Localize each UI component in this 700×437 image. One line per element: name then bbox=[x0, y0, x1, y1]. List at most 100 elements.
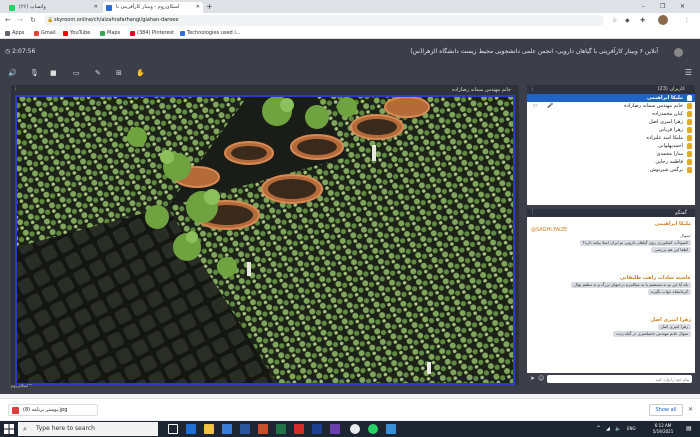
bookmark-star-icon[interactable]: ☆ bbox=[612, 16, 617, 25]
chat-panel: گفتگو ⋮ ملیکا ابراهیمی @SAGHI.FAIZE سوال… bbox=[527, 209, 695, 385]
close-window-button[interactable]: ✕ bbox=[680, 1, 685, 12]
gmail-icon bbox=[34, 31, 39, 36]
edge-icon[interactable] bbox=[186, 424, 196, 434]
users-header: کاربران (23) bbox=[527, 85, 695, 94]
user-row[interactable]: سارا محمدی bbox=[527, 150, 695, 158]
volume-icon[interactable]: 🔈 bbox=[615, 423, 621, 435]
close-icon[interactable]: ✕ bbox=[196, 2, 200, 13]
user-row[interactable]: ملیکا ابراهیمی bbox=[527, 94, 695, 102]
close-icon[interactable]: ✕ bbox=[94, 2, 98, 13]
users-options-icon[interactable]: ⋮ bbox=[530, 86, 535, 92]
url-bar[interactable]: 🔒 skyroom.online/ch/alzahrafarhangi/giah… bbox=[44, 15, 604, 26]
lock-icon: 🔒 bbox=[47, 17, 54, 23]
close-icon[interactable]: ✕ bbox=[688, 404, 693, 416]
user-row[interactable]: زهرا امیری اصل bbox=[527, 118, 695, 126]
bookmark-youtube[interactable]: YouTube bbox=[63, 29, 90, 38]
user-name: خانم مهندس سمانه رضازاده bbox=[624, 103, 683, 109]
app-icon[interactable] bbox=[330, 424, 340, 434]
user-row[interactable]: ▭ 🎤 خانم مهندس سمانه رضازاده bbox=[527, 102, 695, 110]
user-icon bbox=[687, 135, 692, 141]
user-row[interactable]: کیان محمدزاده bbox=[527, 110, 695, 118]
pinterest-icon bbox=[130, 31, 135, 36]
message-bubble: لطفا این هم بررسی bbox=[651, 247, 691, 253]
back-icon[interactable]: ← bbox=[5, 16, 11, 25]
tab-label: اسکای‌روم - وبینار کارآفرینی با bbox=[116, 4, 180, 10]
user-row[interactable]: زهرا قربانی bbox=[527, 126, 695, 134]
send-icon[interactable]: ➤ bbox=[530, 375, 535, 383]
user-row[interactable]: ملیکا اسد علیزاده bbox=[527, 134, 695, 142]
emoji-icon[interactable]: ☺ bbox=[538, 375, 544, 383]
whatsapp-icon bbox=[9, 5, 15, 11]
stage-options-icon[interactable]: ⋮ bbox=[13, 86, 18, 92]
whatsapp-taskbar-icon[interactable] bbox=[368, 424, 378, 434]
chat-options-icon[interactable]: ⋮ bbox=[530, 209, 535, 215]
puzzle-icon[interactable]: ✚ bbox=[640, 16, 645, 25]
user-name: ملیکا ابراهیمی bbox=[646, 95, 683, 101]
photoshop-icon[interactable] bbox=[312, 424, 322, 434]
language-indicator[interactable]: ENG bbox=[627, 423, 636, 435]
clock[interactable]: 6:12 AM 5/19/2021 bbox=[645, 423, 681, 435]
download-bar: پوستر برنامه (8).jpg Show all ✕ bbox=[0, 398, 700, 420]
chrome-icon[interactable] bbox=[350, 424, 360, 434]
app-header: ◷ 2:07:56 آنلاین ۶ وبینار کارآفرینی با گ… bbox=[0, 39, 700, 65]
extension-icon[interactable]: ◆ bbox=[625, 16, 630, 25]
show-all-button[interactable]: Show all bbox=[649, 404, 683, 416]
profile-avatar[interactable] bbox=[658, 15, 668, 25]
word-icon[interactable] bbox=[240, 424, 250, 434]
user-row[interactable]: نرگس شیرنوش bbox=[527, 166, 695, 174]
chat-input-bar: ➤ ☺ bbox=[527, 373, 695, 385]
windows-start-icon[interactable] bbox=[4, 424, 14, 434]
forward-icon[interactable]: → bbox=[17, 16, 23, 25]
tab-whatsapp[interactable]: (۲۶) واتساپ ✕ bbox=[6, 2, 101, 13]
user-avatar[interactable] bbox=[674, 48, 683, 57]
user-row[interactable]: احمدپهلوانی bbox=[527, 142, 695, 150]
minimize-button[interactable]: – bbox=[642, 1, 645, 12]
camera-icon[interactable]: ■ bbox=[50, 68, 57, 78]
notifications-icon[interactable]: ▤ bbox=[686, 423, 692, 435]
task-view-icon[interactable] bbox=[168, 424, 178, 434]
taskbar-search[interactable]: ⌕ Type here to search bbox=[18, 422, 158, 436]
bookmark-gmail[interactable]: Gmail bbox=[34, 29, 56, 38]
mic-icon: 🎤 bbox=[547, 103, 554, 109]
speaker-icon[interactable]: 🔊 bbox=[8, 68, 17, 78]
user-name: کیان محمدزاده bbox=[652, 111, 683, 117]
more-menu-icon[interactable]: ⋮ bbox=[684, 16, 690, 25]
reload-icon[interactable]: ↻ bbox=[30, 16, 36, 25]
new-tab-button[interactable]: + bbox=[206, 2, 213, 12]
maps-icon bbox=[100, 31, 105, 36]
powerpoint-icon[interactable] bbox=[258, 424, 268, 434]
mic-muted-icon[interactable]: 🎙 bbox=[30, 68, 39, 78]
download-item[interactable]: پوستر برنامه (8).jpg bbox=[8, 404, 98, 416]
bookmark-pinterest[interactable]: (384) Pinterest bbox=[130, 29, 174, 38]
tab-label: (۲۶) واتساپ bbox=[19, 4, 46, 10]
raise-hand-icon[interactable]: ✋ bbox=[136, 68, 145, 78]
screen-share-icon[interactable]: ▭ bbox=[73, 68, 80, 78]
acrobat-icon[interactable] bbox=[294, 424, 304, 434]
add-content-icon[interactable]: ⊞ bbox=[116, 68, 122, 78]
url-text: skyroom.online/ch/alzahrafarhangi/giahan… bbox=[54, 17, 179, 23]
room-title: آنلاین ۶ وبینار کارآفرینی با گیاهان دارو… bbox=[410, 48, 658, 55]
user-name: احمدپهلوانی bbox=[658, 143, 683, 149]
chat-input[interactable] bbox=[547, 375, 692, 383]
store-icon[interactable] bbox=[222, 424, 232, 434]
bookmark-maps[interactable]: Maps bbox=[100, 29, 120, 38]
user-name: فاطمه رجایی bbox=[655, 159, 683, 165]
clock-date: 5/19/2021 bbox=[652, 429, 674, 434]
photos-icon[interactable] bbox=[386, 424, 396, 434]
whiteboard-pen-icon[interactable]: ✎ bbox=[95, 68, 101, 78]
message-bubble: سوال خانم مهندس حاصلخیزی در گیاه زنده bbox=[613, 331, 691, 337]
maximize-button[interactable]: ❐ bbox=[660, 1, 665, 12]
tab-skyroom[interactable]: اسکای‌روم - وبینار کارآفرینی با ✕ bbox=[103, 2, 203, 13]
chat-header: گفتگو bbox=[675, 210, 687, 216]
hamburger-menu-icon[interactable]: ☰ bbox=[685, 68, 692, 78]
network-icon[interactable]: ◢ bbox=[606, 423, 610, 435]
bookmark-apps[interactable]: Apps bbox=[5, 29, 24, 38]
chat-messages: ملیکا ابراهیمی @SAGHI.FAIZE سوال: کمبودآ… bbox=[527, 217, 695, 373]
apps-grid-icon bbox=[5, 31, 10, 36]
excel-icon[interactable] bbox=[276, 424, 286, 434]
bookmark-label: Gmail bbox=[41, 30, 56, 36]
user-row[interactable]: فاطمه رجایی bbox=[527, 158, 695, 166]
tray-chevron-icon[interactable]: ⌃ bbox=[596, 423, 601, 435]
file-explorer-icon[interactable] bbox=[204, 424, 214, 434]
bookmark-technologies[interactable]: Technologies used i... bbox=[180, 29, 240, 38]
